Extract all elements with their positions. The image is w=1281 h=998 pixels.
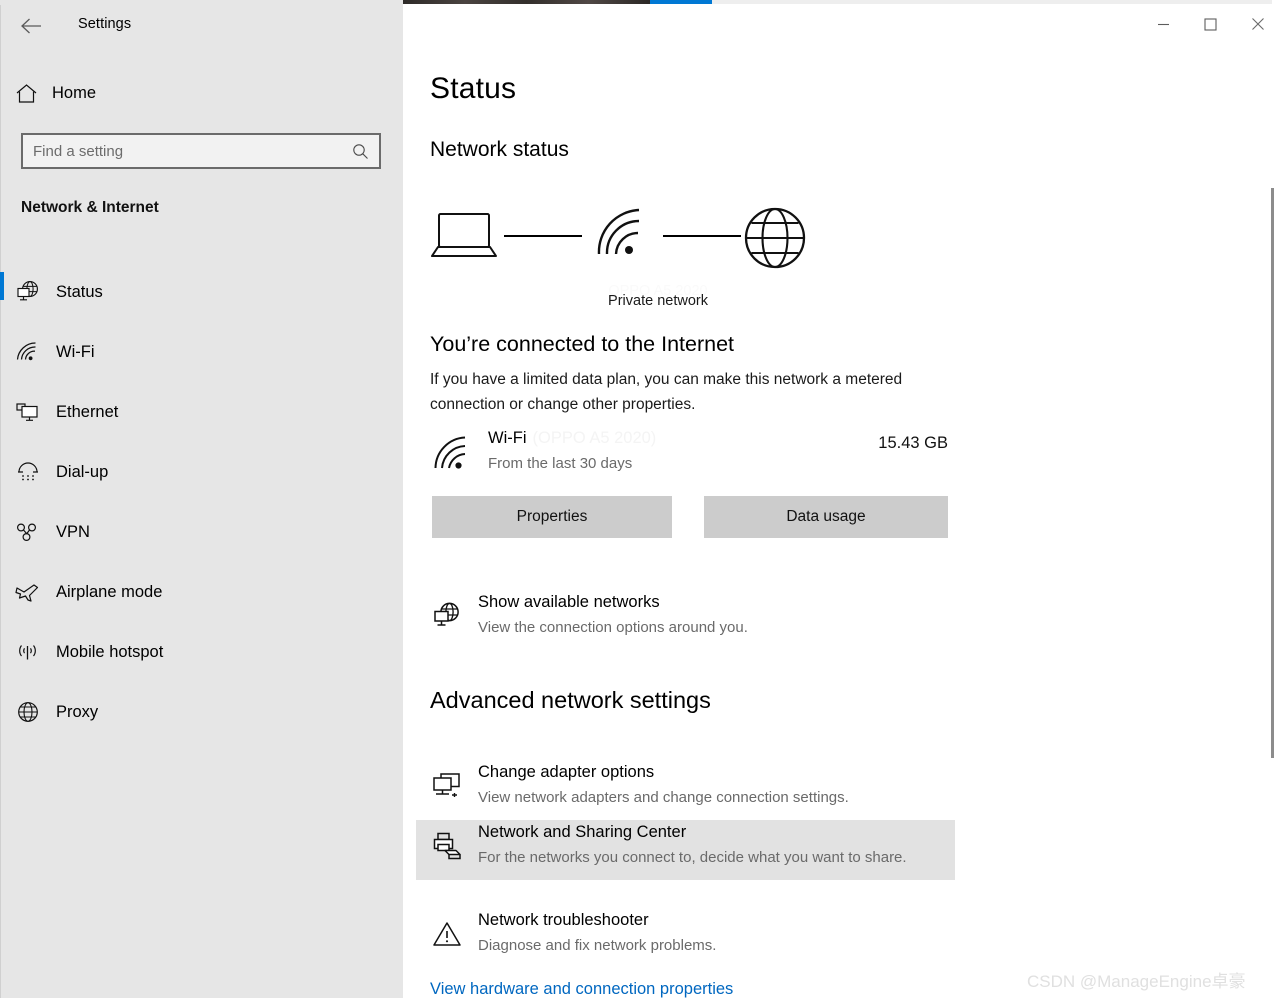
- search-input[interactable]: [23, 135, 341, 167]
- sidebar-item-proxy-label: Proxy: [56, 703, 98, 722]
- connected-heading: You’re connected to the Internet: [430, 332, 734, 357]
- minimize-button[interactable]: [1140, 5, 1187, 43]
- selection-indicator: [0, 632, 4, 660]
- sidebar-item-vpn-label: VPN: [56, 523, 90, 542]
- network-status-icon: [0, 280, 56, 304]
- sidebar-item-proxy[interactable]: Proxy: [0, 682, 403, 742]
- sidebar-titlebar: Settings: [0, 5, 403, 45]
- network-status-icon: [432, 602, 462, 635]
- wifi-icon: [597, 208, 643, 263]
- close-button[interactable]: [1234, 5, 1281, 43]
- sidebar-item-wifi-label: Wi-Fi: [56, 343, 94, 362]
- airplane-icon: [0, 581, 56, 603]
- main-content: Status Network status: [403, 5, 1281, 998]
- properties-button[interactable]: Properties: [432, 496, 672, 538]
- network-kind-label: Private network: [548, 293, 768, 309]
- change-adapter-options-desc: View network adapters and change connect…: [478, 789, 849, 806]
- ethernet-icon: [0, 401, 56, 423]
- sidebar-nav-list: Status Wi-Fi: [0, 262, 403, 742]
- network-troubleshooter-title: Network troubleshooter: [478, 911, 649, 930]
- adapter-icon: [432, 772, 462, 805]
- sidebar-item-dialup[interactable]: Dial-up: [0, 442, 403, 502]
- selection-indicator: [0, 512, 4, 540]
- selection-indicator: [0, 332, 4, 360]
- selection-indicator: [0, 572, 4, 600]
- back-arrow-icon[interactable]: [14, 12, 48, 40]
- show-available-networks-desc: View the connection options around you.: [478, 619, 748, 636]
- network-sharing-center-desc: For the networks you connect to, decide …: [478, 849, 907, 866]
- hotspot-icon: [0, 641, 56, 663]
- connected-description: If you have a limited data plan, you can…: [430, 367, 908, 417]
- laptop-icon: [430, 212, 498, 265]
- network-sharing-center-title: Network and Sharing Center: [478, 823, 686, 842]
- change-adapter-options-row[interactable]: Change adapter options View network adap…: [416, 760, 955, 820]
- top-strip-accent: [650, 0, 712, 4]
- page-title: Status: [430, 72, 516, 106]
- sidebar-item-vpn[interactable]: VPN: [0, 502, 403, 562]
- diagram-link-left: [504, 235, 582, 237]
- sidebar-item-mobile-hotspot[interactable]: Mobile hotspot: [0, 622, 403, 682]
- sidebar-item-ethernet-label: Ethernet: [56, 403, 118, 422]
- sidebar-item-mobile-hotspot-label: Mobile hotspot: [56, 643, 163, 662]
- sharing-icon: [432, 832, 462, 865]
- top-strip-dark: [403, 0, 650, 4]
- selection-indicator: [0, 452, 4, 480]
- network-status-heading: Network status: [430, 138, 569, 162]
- app-title: Settings: [78, 16, 131, 32]
- sidebar-item-wifi[interactable]: Wi-Fi: [0, 322, 403, 382]
- network-diagram: OPPO A5 2020 Private network: [430, 200, 850, 290]
- search-box[interactable]: [21, 133, 381, 169]
- sidebar-item-dialup-label: Dial-up: [56, 463, 108, 482]
- settings-window: Settings Home Network & Internet: [0, 0, 1281, 998]
- home-icon: [0, 83, 52, 104]
- sidebar-item-home-label: Home: [52, 84, 96, 103]
- connection-data-usage: 15.43 GB: [430, 434, 948, 453]
- sidebar-item-airplane-mode-label: Airplane mode: [56, 583, 162, 602]
- vpn-icon: [0, 521, 56, 543]
- top-strip-light: [712, 0, 1272, 4]
- scrollbar-thumb[interactable]: [1271, 188, 1274, 758]
- data-usage-button[interactable]: Data usage: [704, 496, 948, 538]
- connection-subtitle: From the last 30 days: [488, 455, 632, 472]
- view-hardware-properties-link[interactable]: View hardware and connection properties: [430, 980, 733, 998]
- diagram-link-right: [663, 235, 741, 237]
- sidebar-item-home[interactable]: Home: [0, 74, 403, 112]
- selection-indicator: [0, 392, 4, 420]
- watermark: CSDN @ManageEngine卓豪: [1027, 967, 1246, 992]
- network-troubleshooter-desc: Diagnose and fix network problems.: [478, 937, 716, 954]
- network-sharing-center-row[interactable]: Network and Sharing Center For the netwo…: [416, 820, 955, 880]
- selection-indicator: [0, 692, 4, 720]
- advanced-network-settings-heading: Advanced network settings: [430, 687, 711, 714]
- dialup-icon: [0, 461, 56, 483]
- window-controls: [1140, 5, 1281, 43]
- wifi-icon: [0, 341, 56, 363]
- selection-indicator: [0, 272, 4, 300]
- scrollbar-track[interactable]: [1265, 43, 1281, 998]
- search-icon[interactable]: [341, 143, 379, 160]
- sidebar-item-ethernet[interactable]: Ethernet: [0, 382, 403, 442]
- warning-icon: [432, 920, 462, 953]
- show-available-networks-title: Show available networks: [478, 593, 660, 612]
- globe-icon: [743, 206, 807, 275]
- connection-buttons: Properties Data usage: [430, 496, 948, 538]
- show-available-networks-row[interactable]: Show available networks View the connect…: [416, 590, 955, 650]
- globe-icon: [0, 700, 56, 724]
- sidebar-item-status[interactable]: Status: [0, 262, 403, 322]
- sidebar-item-status-label: Status: [56, 283, 103, 302]
- sidebar: Settings Home Network & Internet: [0, 0, 403, 998]
- maximize-button[interactable]: [1187, 5, 1234, 43]
- network-troubleshooter-row[interactable]: Network troubleshooter Diagnose and fix …: [416, 908, 955, 968]
- sidebar-category-title: Network & Internet: [21, 199, 159, 217]
- change-adapter-options-title: Change adapter options: [478, 763, 654, 782]
- sidebar-item-airplane-mode[interactable]: Airplane mode: [0, 562, 403, 622]
